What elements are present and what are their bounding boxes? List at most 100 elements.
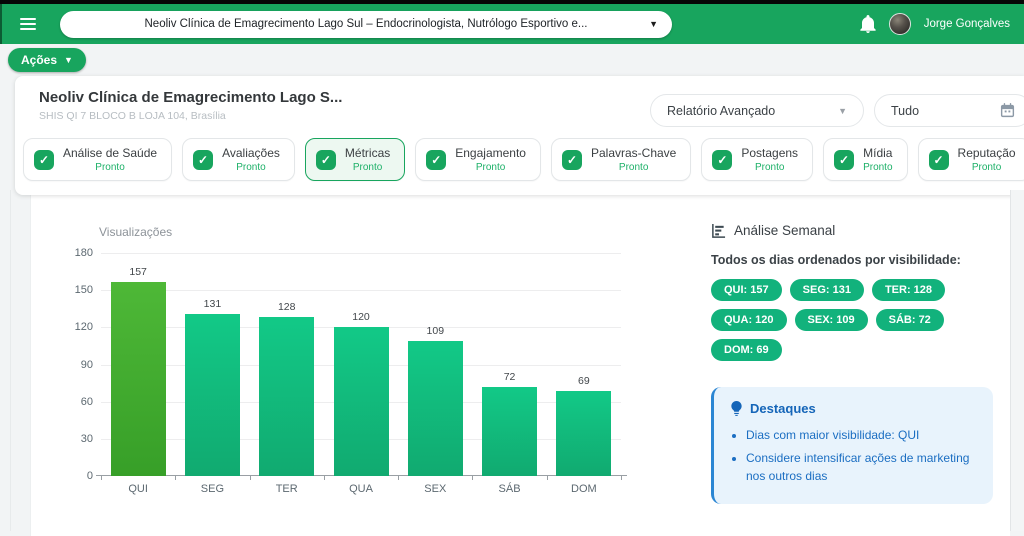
- appbar-left-edge: [0, 4, 2, 44]
- checkmark-icon: ✓: [426, 149, 447, 170]
- highlights-list: Dias com maior visibilidade: QUI Consider…: [746, 426, 977, 486]
- appbar-right: Jorge Gonçalves: [859, 13, 1010, 35]
- chevron-down-icon: ▼: [64, 54, 73, 65]
- checkmark-icon: ✓: [928, 149, 949, 170]
- weekly-panel-subtitle: Todos os dias ordenados por visibilidade…: [711, 253, 961, 267]
- tab-label: Reputação: [957, 146, 1016, 160]
- bar-value-label: 120: [352, 311, 370, 324]
- x-axis-category-label: DOM: [571, 483, 597, 495]
- tab-label: Postagens: [741, 146, 799, 160]
- calendar-icon: [1000, 103, 1015, 118]
- left-divider-line: [10, 190, 11, 531]
- tab-metricas[interactable]: ✓ Métricas Pronto: [304, 138, 406, 181]
- tab-text: Engajamento Pronto: [455, 146, 526, 173]
- bar-value-label: 109: [426, 324, 445, 337]
- hamburger-menu-icon[interactable]: [20, 18, 36, 30]
- bar-value-label: 69: [578, 374, 590, 387]
- x-axis-category-label: SÁB: [498, 483, 521, 495]
- actions-button[interactable]: Ações ▼: [8, 48, 86, 72]
- y-axis-tick-label: 60: [80, 395, 93, 408]
- notification-bell-icon[interactable]: [859, 15, 876, 33]
- date-range-value: Tudo: [891, 103, 920, 118]
- checkmark-icon: ✓: [34, 149, 54, 170]
- tab-status: Pronto: [863, 162, 893, 173]
- gridline: [101, 290, 621, 292]
- tab-palavras-chave[interactable]: ✓ Palavras-Chave Pronto: [550, 138, 692, 181]
- tab-text: Métricas Pronto: [345, 146, 390, 173]
- checkmark-icon: ✓: [834, 149, 855, 170]
- tab-engajamento[interactable]: ✓ Engajamento Pronto: [415, 138, 541, 181]
- date-range-select[interactable]: Tudo: [874, 94, 1024, 127]
- chevron-down-icon: ▼: [649, 19, 658, 29]
- day-badge-sex: SEX: 109: [794, 309, 868, 331]
- checkmark-icon: ✓: [315, 149, 336, 170]
- tab-status: Pronto: [475, 162, 506, 173]
- x-axis-tickmark: [398, 476, 400, 480]
- chart-title: Visualizações: [99, 225, 173, 239]
- report-type-select[interactable]: Relatório Avançado ▼: [650, 94, 864, 127]
- tab-status: Pronto: [618, 162, 649, 173]
- checkmark-icon: ✓: [561, 149, 582, 170]
- tab-label: Métricas: [344, 146, 391, 160]
- tab-text: Palavras-Chave Pronto: [591, 146, 676, 173]
- report-controls: Relatório Avançado ▼ Tudo: [650, 94, 1024, 127]
- bar-seg: 131: [184, 298, 240, 476]
- weekly-analysis-panel: Análise Semanal Todos os dias ordenados …: [711, 223, 1011, 504]
- tab-postagens[interactable]: ✓ Postagens Pronto: [701, 138, 814, 181]
- checkmark-icon: ✓: [193, 149, 214, 170]
- business-selector[interactable]: Neoliv Clínica de Emagrecimento Lago Sul…: [60, 10, 672, 38]
- y-axis-tick-label: 180: [74, 247, 93, 259]
- tab-status: Pronto: [754, 162, 785, 173]
- tab-status: Pronto: [352, 162, 383, 173]
- x-axis-tickmark: [472, 476, 474, 480]
- day-badges: QUI: 157 SEG: 131 TER: 128 QUA: 120 SEX: 109…: [711, 279, 996, 361]
- report-title: Neoliv Clínica de Emagrecimento Lago S..…: [39, 89, 343, 106]
- bar-dom: 69: [556, 375, 612, 476]
- weekly-panel-title: Análise Semanal: [734, 223, 836, 238]
- highlights-title-row: Destaques: [730, 401, 977, 416]
- tab-text: Análise de Saúde Pronto: [63, 146, 157, 173]
- bar-ter: 128: [259, 301, 315, 476]
- highlight-item: Considere intensificar ações de marketin…: [746, 449, 977, 486]
- tab-status: Pronto: [971, 162, 1002, 173]
- day-badge-dom: DOM: 69: [711, 339, 782, 361]
- tab-midia[interactable]: ✓ Mídia Pronto: [823, 138, 908, 181]
- report-title-block: Neoliv Clínica de Emagrecimento Lago S..…: [39, 89, 342, 122]
- bar-sex: 109: [407, 325, 463, 476]
- app-bar: Neoliv Clínica de Emagrecimento Lago Sul…: [0, 4, 1024, 44]
- tab-label: Análise de Saúde: [63, 146, 158, 160]
- tab-status: Pronto: [236, 162, 266, 173]
- user-name: Jorge Gonçalves: [923, 18, 1010, 30]
- gridline: [101, 253, 621, 254]
- tab-status: Pronto: [95, 162, 125, 173]
- highlights-box: Destaques Dias com maior visibilidade: Q…: [711, 387, 993, 504]
- report-type-value: Relatório Avançado: [667, 103, 776, 118]
- y-axis-tick-label: 0: [86, 470, 93, 482]
- x-axis-tickmark: [175, 476, 177, 480]
- day-badge-sab: SÁB: 72: [875, 309, 944, 331]
- tab-reputacao[interactable]: ✓ Reputação Pronto: [917, 138, 1024, 181]
- user-avatar[interactable]: [888, 13, 911, 35]
- views-bar-chart: Visualizações 0 30 60 90 120 150 180 157 QUI 131 S…: [71, 225, 651, 525]
- lightbulb-icon: [731, 401, 742, 416]
- y-axis-tick-label: 120: [74, 321, 93, 334]
- tab-analise-de-saude[interactable]: ✓ Análise de Saúde Pronto: [23, 138, 173, 181]
- tab-text: Reputação Pronto: [958, 146, 1016, 173]
- y-axis-tick-label: 90: [80, 358, 93, 371]
- right-scroll-strip[interactable]: [1010, 190, 1024, 531]
- x-axis-category-label: QUI: [128, 483, 148, 495]
- x-axis-tickmark: [323, 476, 325, 480]
- x-axis-tickmark: [621, 476, 622, 480]
- highlights-title: Destaques: [750, 401, 816, 416]
- checkmark-icon: ✓: [712, 149, 733, 170]
- tab-label: Avaliações: [222, 146, 280, 160]
- y-axis-tick-label: 30: [80, 432, 93, 445]
- chevron-down-icon: ▼: [838, 105, 847, 116]
- tab-avaliacoes[interactable]: ✓ Avaliações Pronto: [182, 138, 295, 181]
- bar-sab: 72: [482, 371, 538, 476]
- x-axis-tickmark: [546, 476, 548, 480]
- business-selector-value: Neoliv Clínica de Emagrecimento Lago Sul…: [144, 18, 588, 30]
- tab-text: Avaliações Pronto: [222, 146, 280, 173]
- tab-label: Mídia: [863, 146, 893, 160]
- day-badge-ter: TER: 128: [871, 279, 946, 301]
